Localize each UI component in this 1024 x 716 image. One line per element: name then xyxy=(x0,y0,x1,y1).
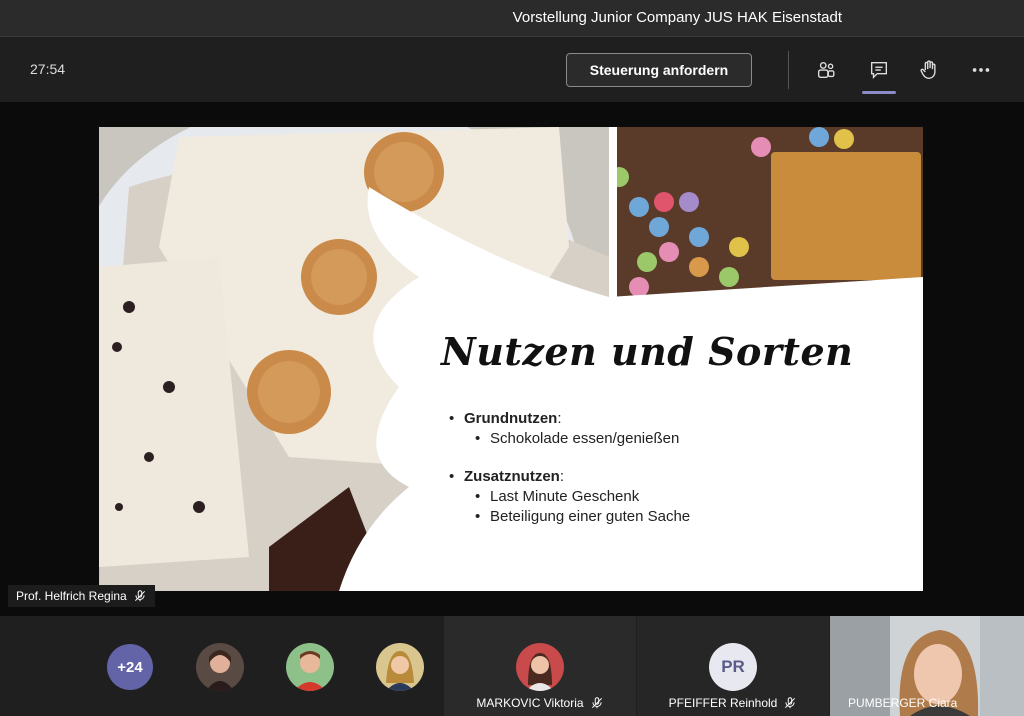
chat-icon[interactable] xyxy=(864,55,894,85)
slide-title: Nutzen und Sorten xyxy=(441,329,854,374)
bullet-item: Last Minute Geschenk xyxy=(475,487,690,507)
participant-avatar[interactable] xyxy=(196,643,244,691)
participant-avatar xyxy=(516,643,564,691)
window-title: Vorstellung Junior Company JUS HAK Eisen… xyxy=(512,9,842,26)
bullet-item: Schokolade essen/genießen xyxy=(475,429,690,449)
participant-name: MARKOVIC Viktoria xyxy=(476,696,584,710)
participant-avatar[interactable] xyxy=(376,643,424,691)
participant-initials-avatar: PR xyxy=(709,643,757,691)
meeting-toolbar: 27:54 Steuerung anfordern xyxy=(0,36,1024,102)
participant-avatar[interactable] xyxy=(286,643,334,691)
participant-strip: +24 MARKOVIC Viktoria PR PFEIFFER Reinho… xyxy=(0,616,1024,716)
presenter-name: Prof. Helfrich Regina xyxy=(16,589,127,603)
bullet-item: Beteiligung einer guten Sache xyxy=(475,507,690,527)
mic-off-icon xyxy=(591,697,602,709)
participant-name: PFEIFFER Reinhold xyxy=(668,696,778,710)
more-options-icon[interactable] xyxy=(966,55,996,85)
shared-screen: Nutzen und Sorten Grundnutzen: Schokolad… xyxy=(0,102,1024,616)
presentation-slide: Nutzen und Sorten Grundnutzen: Schokolad… xyxy=(99,127,923,591)
presenter-label: Prof. Helfrich Regina xyxy=(8,585,155,607)
slide-bullet-list: Grundnutzen: Schokolade essen/genießen Z… xyxy=(449,409,690,527)
participant-video-tile[interactable]: PUMBERGER Ciara xyxy=(830,616,1024,716)
participant-tile[interactable]: MARKOVIC Viktoria xyxy=(444,616,636,716)
active-tab-indicator xyxy=(862,91,896,94)
participant-name: PUMBERGER Ciara xyxy=(848,696,958,710)
raise-hand-icon[interactable] xyxy=(914,55,944,85)
bullet-heading: Grundnutzen: xyxy=(449,409,690,429)
mic-off-icon xyxy=(785,697,796,709)
bullet-heading: Zusatznutzen: xyxy=(449,467,690,487)
participants-icon[interactable] xyxy=(811,55,841,85)
mic-off-icon xyxy=(134,590,145,602)
toolbar-divider xyxy=(788,51,789,89)
title-bar: Vorstellung Junior Company JUS HAK Eisen… xyxy=(0,0,1024,36)
meeting-timer: 27:54 xyxy=(30,61,66,77)
participant-tile[interactable]: PR PFEIFFER Reinhold xyxy=(637,616,829,716)
request-control-button[interactable]: Steuerung anfordern xyxy=(566,53,752,87)
overflow-participants-button[interactable]: +24 xyxy=(107,644,153,690)
